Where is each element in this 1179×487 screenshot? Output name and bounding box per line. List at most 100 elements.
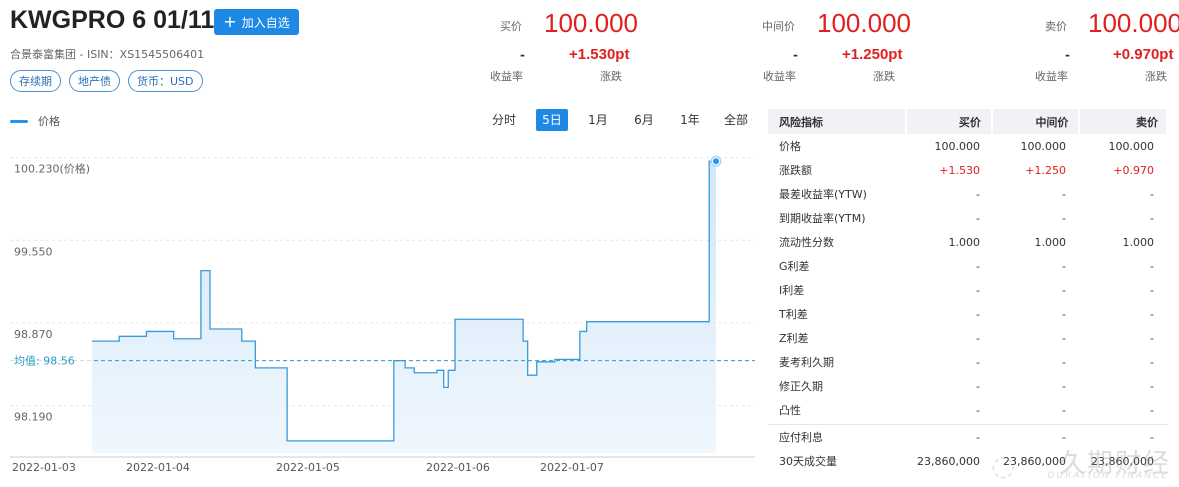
- x-tick-label: 2022-01-07: [540, 461, 604, 474]
- quote-ask: 卖价 100.000 - +0.970pt 收益率 涨跌: [992, 8, 1179, 88]
- range-intraday[interactable]: 分时: [482, 109, 526, 131]
- chart-legend[interactable]: 价格: [10, 113, 60, 129]
- risk-bid: 23,860,000: [917, 454, 980, 468]
- range-all[interactable]: 全部: [714, 109, 758, 131]
- risk-bid: -: [976, 430, 980, 444]
- quote-bid-change: +1.530pt: [569, 46, 630, 63]
- risk-ask: -: [1150, 283, 1154, 297]
- quote-mid-yield-label: 收益率: [763, 70, 796, 83]
- quote-ask-yield-label: 收益率: [1035, 70, 1068, 83]
- risk-mid: +1.250: [1025, 163, 1066, 177]
- legend-line-icon: [10, 119, 28, 123]
- risk-name: Z利差: [779, 332, 809, 345]
- risk-bid: +1.530: [939, 163, 980, 177]
- risk-name: 凸性: [779, 404, 801, 417]
- risk-bid: -: [976, 403, 980, 417]
- risk-ask: -: [1150, 430, 1154, 444]
- tag-status[interactable]: 存续期: [10, 70, 61, 92]
- risk-bid: -: [976, 355, 980, 369]
- range-6m[interactable]: 6月: [622, 109, 666, 131]
- plus-icon: +: [223, 12, 237, 31]
- quote-mid: 中间价 100.000 - +1.250pt 收益率 涨跌: [720, 8, 911, 88]
- table-row: 流动性分数 1.000 1.000 1.000: [768, 230, 1168, 254]
- quote-bid-change-label: 涨跌: [600, 70, 622, 83]
- range-5d[interactable]: 5日: [536, 109, 568, 131]
- risk-ask: -: [1150, 259, 1154, 273]
- quote-bid-yield-label: 收益率: [490, 70, 523, 83]
- risk-table-body: 价格 100.000 100.000 100.000 涨跌额 +1.530 +1.250 +0…: [768, 134, 1168, 422]
- risk-mid: -: [1062, 403, 1066, 417]
- risk-name: 涨跌额: [779, 164, 812, 177]
- risk-table: 风险指标 买价 中间价 卖价 价格 100.000 100.000 100.000 涨跌…: [768, 109, 1168, 473]
- risk-bid: 100.000: [934, 139, 981, 153]
- quote-bid: 买价 100.000 - +1.530pt 收益率 涨跌: [448, 8, 638, 88]
- header-mid: 中间价: [992, 109, 1079, 134]
- add-to-watchlist-label: 加入自选: [241, 15, 290, 30]
- risk-bid: -: [976, 259, 980, 273]
- risk-bid: -: [976, 211, 980, 225]
- risk-ask: 100.000: [1108, 139, 1155, 153]
- legend-label: 价格: [38, 115, 60, 128]
- risk-name: 价格: [779, 140, 801, 153]
- risk-mid: -: [1062, 307, 1066, 321]
- risk-bid: -: [976, 187, 980, 201]
- header-risk-indicator: 风险指标: [768, 109, 906, 134]
- risk-name: 到期收益率(YTM): [779, 212, 866, 225]
- risk-name: G利差: [779, 260, 810, 273]
- table-row: 最差收益率(YTW) - - -: [768, 182, 1168, 206]
- quote-mid-change-label: 涨跌: [873, 70, 895, 83]
- issuer-isin: 合景泰富集团 - ISIN：XS1545506401: [10, 48, 205, 61]
- quote-ask-change-label: 涨跌: [1145, 70, 1167, 83]
- x-tick-label: 2022-01-04: [126, 461, 190, 474]
- risk-mid: -: [1062, 331, 1066, 345]
- risk-ask: 23,860,000: [1091, 454, 1154, 468]
- table-row: 到期收益率(YTM) - - -: [768, 206, 1168, 230]
- range-selector: 分时 5日 1月 6月 1年 全部: [482, 109, 758, 131]
- risk-name: 最差收益率(YTW): [779, 188, 867, 201]
- risk-mid: 23,860,000: [1003, 454, 1066, 468]
- risk-table-extra: 应付利息 - - - 30天成交量 23,860,000 23,860,000 23,860,…: [768, 425, 1168, 473]
- add-to-watchlist-button[interactable]: + 加入自选: [214, 9, 299, 35]
- x-tick-label: 2022-01-06: [426, 461, 490, 474]
- y-tick-label: 100.230(价格): [14, 162, 90, 176]
- risk-mid: -: [1062, 355, 1066, 369]
- risk-mid: -: [1062, 187, 1066, 201]
- risk-name: 修正久期: [779, 380, 823, 393]
- header-ask: 卖价: [1080, 109, 1166, 134]
- quote-ask-price: 100.000: [1088, 8, 1179, 38]
- table-row: 修正久期 - - -: [768, 374, 1168, 398]
- quote-bid-price: 100.000: [544, 8, 638, 38]
- table-row: 应付利息 - - -: [768, 425, 1168, 449]
- x-tick-label: 2022-01-03: [12, 461, 76, 474]
- table-row: T利差 - - -: [768, 302, 1168, 326]
- table-row: G利差 - - -: [768, 254, 1168, 278]
- table-row: I利差 - - -: [768, 278, 1168, 302]
- risk-name: 麦考利久期: [779, 356, 834, 369]
- risk-ask: -: [1150, 331, 1154, 345]
- quote-ask-change: +0.970pt: [1113, 46, 1174, 63]
- tag-currency[interactable]: 货币：USD: [128, 70, 203, 92]
- risk-table-header: 风险指标 买价 中间价 卖价: [768, 109, 1168, 134]
- y-tick-label: 98.870: [14, 328, 53, 341]
- tag-sector[interactable]: 地产债: [69, 70, 120, 92]
- quote-ask-yield: -: [1065, 48, 1070, 62]
- table-row: 凸性 - - -: [768, 398, 1168, 422]
- risk-name: I利差: [779, 284, 805, 297]
- quote-mid-price: 100.000: [817, 8, 911, 38]
- risk-ask: +0.970: [1113, 163, 1154, 177]
- range-1m[interactable]: 1月: [576, 109, 620, 131]
- risk-bid: -: [976, 379, 980, 393]
- quote-ask-label: 卖价: [1045, 20, 1067, 33]
- risk-mid: 1.000: [1034, 235, 1067, 249]
- table-row: Z利差 - - -: [768, 326, 1168, 350]
- risk-ask: -: [1150, 187, 1154, 201]
- risk-name: 流动性分数: [779, 236, 834, 249]
- range-1y[interactable]: 1年: [668, 109, 712, 131]
- risk-mid: -: [1062, 379, 1066, 393]
- price-chart[interactable]: 均值: 98.56 100.230(价格) 99.550 98.870 98.190 20…: [0, 135, 762, 475]
- risk-mid: -: [1062, 211, 1066, 225]
- quote-bid-yield: -: [520, 48, 525, 62]
- price-area: [92, 161, 716, 453]
- risk-bid: -: [976, 307, 980, 321]
- last-point-marker: [712, 157, 720, 166]
